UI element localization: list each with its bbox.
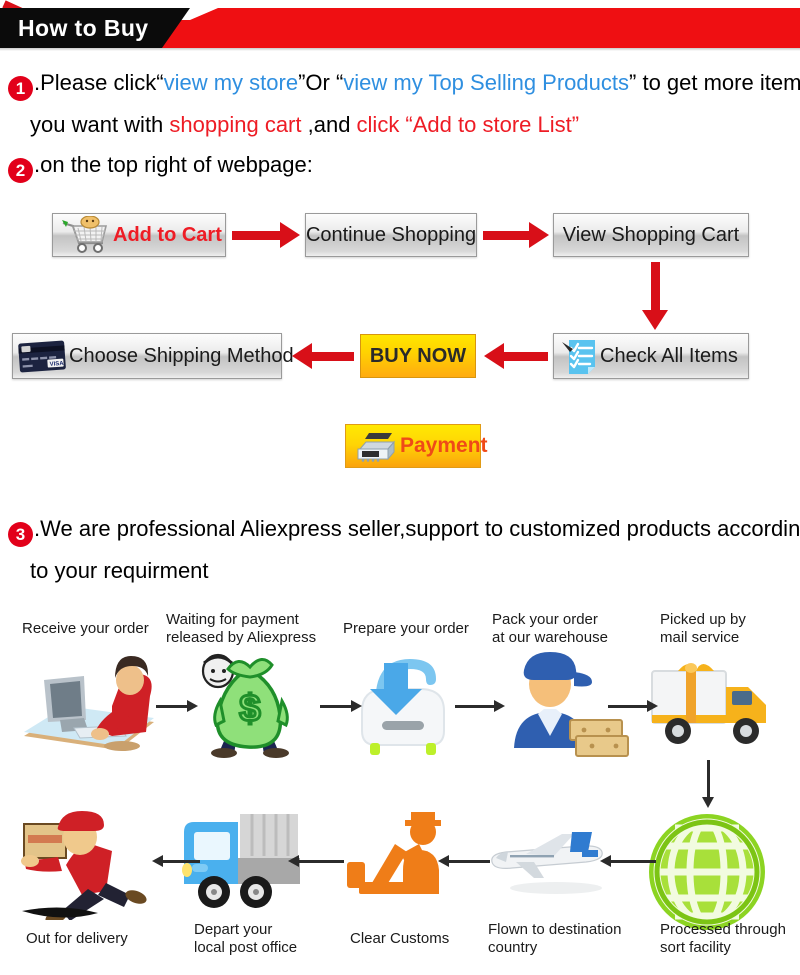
step-1-text-part-3: ” to get more item [629,70,800,95]
highlight-add-to-store-list: click “Add to store List” [356,112,580,137]
flow-arrow-4 [608,700,658,713]
process-label-picked-up: Picked up by mail service [660,611,746,646]
add-to-cart-label: Add to Cart [113,223,222,246]
green-globe-icon [649,814,765,930]
process-label-clear-customs: Clear Customs [350,930,450,947]
flow-arrow-3 [455,700,505,713]
svg-text:$: $ [239,688,260,730]
link-view-top-selling-products[interactable]: view my Top Selling Products [343,70,629,95]
continue-shopping-button[interactable]: Continue Shopping [305,213,477,257]
buy-now-button[interactable]: BUY NOW [360,334,476,378]
person-at-computer-icon [24,656,154,751]
banner-shadow [0,48,800,51]
process-label-flown-destination: Flown to destination country [488,921,622,956]
step-2-line: 2 .on the top right of webpage: [8,154,313,183]
cash-register-icon [357,433,396,462]
step-1-text-part-2: ”Or “ [298,70,344,95]
step-3-line-2: to your requirment [30,560,209,582]
arrow-continue-to-viewcart [483,222,549,248]
step-3-text-line-1: .We are professional Aliexpress seller,s… [34,516,800,541]
check-all-items-button[interactable]: Check All Items [553,333,749,379]
page-title: How to Buy [18,15,149,41]
shopping-cart-icon [62,216,108,253]
payment-button[interactable]: Payment [345,424,488,468]
step-1-line-2-part-2: ,and [301,112,357,137]
view-shopping-cart-button[interactable]: View Shopping Cart [553,213,749,257]
process-label-out-for-delivery: Out for delivery [26,930,128,947]
flow-arrow-7 [438,855,490,868]
step-1-line-2: you want with shopping cart ,and click “… [30,114,579,136]
download-box-icon [361,659,445,755]
flow-arrow-1 [156,700,198,713]
step-1-line-2-part-1: you want with [30,112,170,137]
step-2-text: .on the top right of webpage: [34,152,313,177]
delivery-truck-gift-icon [651,663,766,744]
flow-arrow-5 [702,760,715,808]
step-1-text-part-1: .Please click“ [34,70,164,95]
payment-label: Payment [400,434,488,457]
svg-text:VISA: VISA [49,361,64,368]
add-to-cart-button[interactable]: Add to Cart [52,213,226,257]
arrow-viewcart-to-checkall [642,262,668,330]
highlight-shopping-cart: shopping cart [169,112,302,137]
checklist-clipboard-icon [562,340,595,374]
arrow-checkall-to-buynow [484,343,548,369]
money-bag-icon: $ [201,653,289,758]
process-label-waiting-payment: Waiting for payment released by Aliexpre… [166,611,317,646]
arrow-add-to-continue [232,222,300,248]
step-3-number: 3 [8,522,33,547]
page-header-banner: How to Buy [0,8,800,51]
flow-arrow-6 [600,855,656,868]
process-label-prepare-order: Prepare your order [343,620,469,637]
process-label-receive-order: Receive your order [22,620,149,637]
buy-now-label: BUY NOW [369,344,467,367]
link-view-my-store[interactable]: view my store [164,70,298,95]
arrow-buynow-to-shipping [292,343,354,369]
choose-shipping-method-label: Choose Shipping Method [69,344,294,367]
step-2-number: 2 [8,158,33,183]
choose-shipping-method-button[interactable]: VISA Choose Shipping Method [12,333,294,379]
process-label-sort-facility: Processed through sort facility [660,921,786,956]
running-courier-icon [21,811,147,920]
step-3-text-line-2: to your requirment [30,558,209,583]
step-1-number: 1 [8,76,33,101]
process-label-depart-post-office: Depart your local post office [194,921,298,956]
view-shopping-cart-label: View Shopping Cart [562,223,740,246]
flow-arrow-2 [320,700,362,713]
credit-card-icon: VISA [18,340,66,373]
flow-arrow-8 [288,855,344,868]
continue-shopping-label: Continue Shopping [305,223,477,246]
step-3-line-1: 3 .We are professional Aliexpress seller,… [8,518,800,547]
step-1-line-1: 1 .Please click“view my store”Or “view my… [8,72,800,101]
flow-arrow-9 [152,855,200,868]
process-label-pack-order: Pack your order at our warehouse [492,611,608,646]
check-all-items-label: Check All Items [600,344,738,367]
